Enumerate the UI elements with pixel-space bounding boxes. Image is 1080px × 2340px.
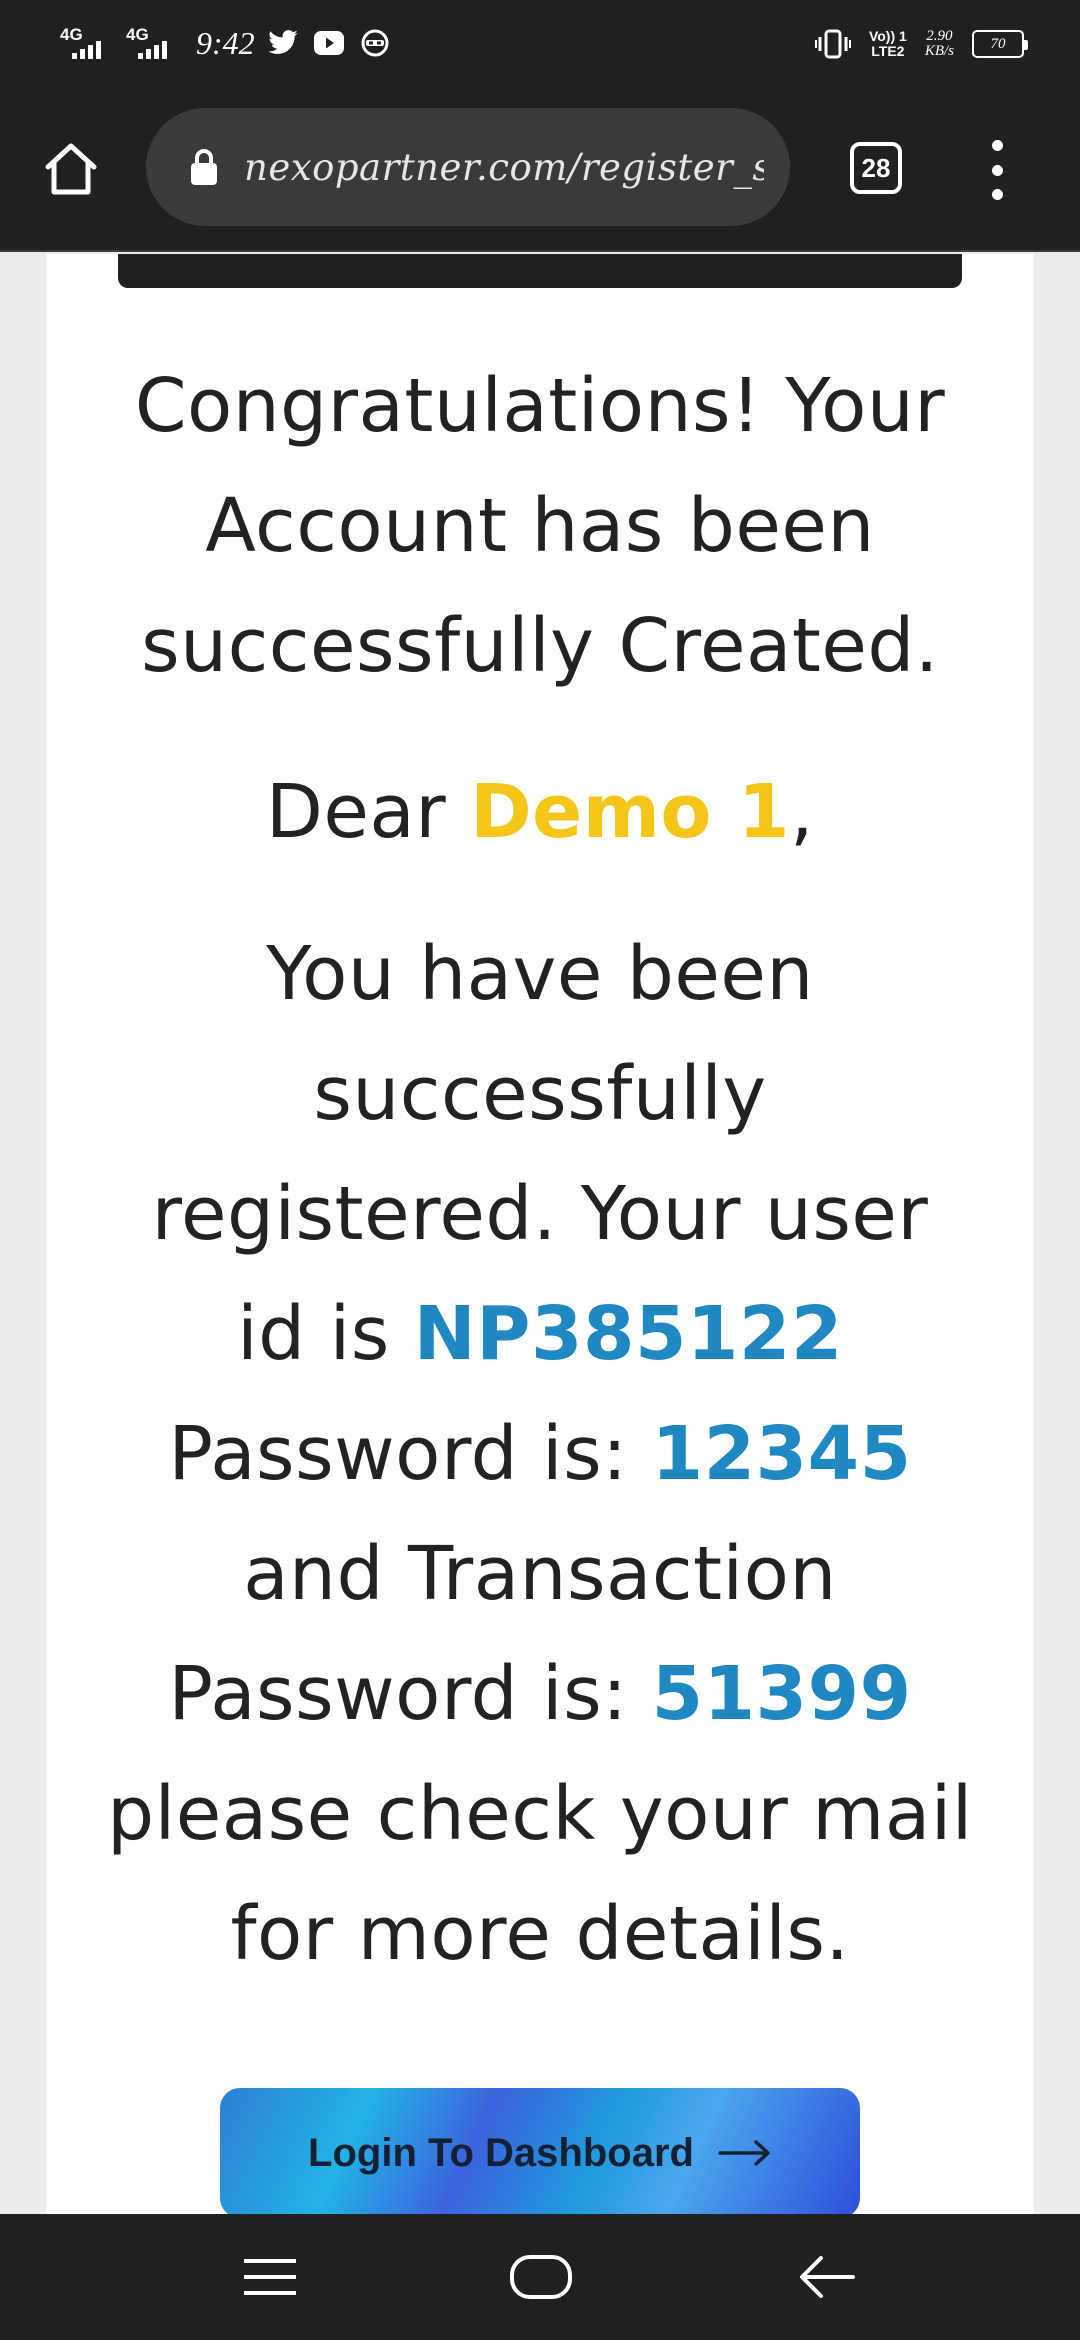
- congrats-line: Account has been: [205, 483, 875, 569]
- battery-icon: 70: [972, 30, 1028, 58]
- signal-icon-sim2: 4G: [126, 23, 182, 63]
- message-line: for more details.: [230, 1891, 850, 1977]
- recent-apps-button[interactable]: [240, 2244, 300, 2310]
- more-options-button[interactable]: [982, 140, 1012, 200]
- message-line: registered. Your user: [151, 1171, 929, 1257]
- header-strip: [118, 254, 962, 288]
- congrats-line: successfully Created.: [141, 603, 939, 689]
- login-to-dashboard-button[interactable]: Login To Dashboard: [220, 2088, 860, 2218]
- user-id-line: id is NP385122: [100, 1274, 980, 1394]
- congrats-line: Congratulations! Your: [134, 363, 946, 449]
- youtube-icon: [311, 25, 347, 61]
- user-id-prefix: id is: [237, 1291, 414, 1377]
- system-navigation-bar: [0, 2214, 1080, 2340]
- password-value: 12345: [651, 1411, 912, 1497]
- lock-icon: [191, 149, 217, 185]
- greeting-suffix: ,: [790, 769, 815, 855]
- user-name: Demo 1: [470, 769, 791, 855]
- password-line: Password is: 12345: [100, 1394, 980, 1514]
- registration-message: You have been successfully registered. Y…: [100, 914, 980, 1994]
- message-line: You have been: [266, 931, 814, 1017]
- menu-dot-icon: [991, 140, 1003, 151]
- back-button[interactable]: [796, 2244, 856, 2310]
- status-bar: 4G 4G 9:42 Vo)) 1 LTE2 2.90 KB/s 70: [0, 0, 1080, 86]
- volte-label: Vo)) 1: [868, 28, 907, 44]
- home-button[interactable]: [40, 138, 102, 200]
- message-line: please check your mail: [107, 1771, 973, 1857]
- arrow-right-icon: [718, 2140, 770, 2166]
- user-id-value: NP385122: [413, 1291, 843, 1377]
- battery-level: 70: [990, 35, 1006, 52]
- url-text[interactable]: nexopartner.com/register_success: [244, 146, 764, 189]
- menu-dot-icon: [991, 164, 1003, 176]
- speed-unit: KB/s: [924, 43, 954, 59]
- home-nav-button[interactable]: [508, 2244, 574, 2310]
- message-line: successfully: [313, 1051, 767, 1137]
- vpn-globe-icon: [357, 25, 393, 61]
- network-speed: 2.90 KB/s: [925, 29, 954, 59]
- greeting-prefix: Dear: [265, 769, 471, 855]
- tab-switcher-button[interactable]: 28: [850, 142, 902, 194]
- greeting: Dear Demo 1,: [100, 752, 980, 872]
- speed-value: 2.90: [926, 28, 953, 44]
- clock: 9:42: [196, 24, 255, 61]
- volte-indicator: Vo)) 1 LTE2: [869, 29, 907, 59]
- login-button-label: Login To Dashboard: [308, 2130, 694, 2175]
- home-icon: [45, 143, 97, 195]
- menu-lines-icon: [244, 2259, 296, 2295]
- browser-toolbar: nexopartner.com/register_success 28: [0, 86, 1080, 252]
- home-pill-icon: [510, 2255, 572, 2299]
- transaction-password-line: Password is: 51399: [100, 1634, 980, 1754]
- signal-icon-sim1: 4G: [60, 23, 116, 63]
- twitter-icon: [265, 25, 301, 61]
- transaction-password-value: 51399: [651, 1651, 912, 1737]
- vibrate-icon: [814, 26, 851, 62]
- address-bar[interactable]: nexopartner.com/register_success: [146, 108, 790, 226]
- lte-label: LTE2: [871, 43, 905, 59]
- back-arrow-icon: [800, 2256, 855, 2298]
- congrats-heading: Congratulations! Your Account has been s…: [100, 346, 980, 706]
- message-line: and Transaction: [243, 1531, 837, 1617]
- password-prefix: Password is:: [168, 1411, 652, 1497]
- transaction-password-prefix: Password is:: [168, 1651, 652, 1737]
- menu-dot-icon: [991, 189, 1003, 200]
